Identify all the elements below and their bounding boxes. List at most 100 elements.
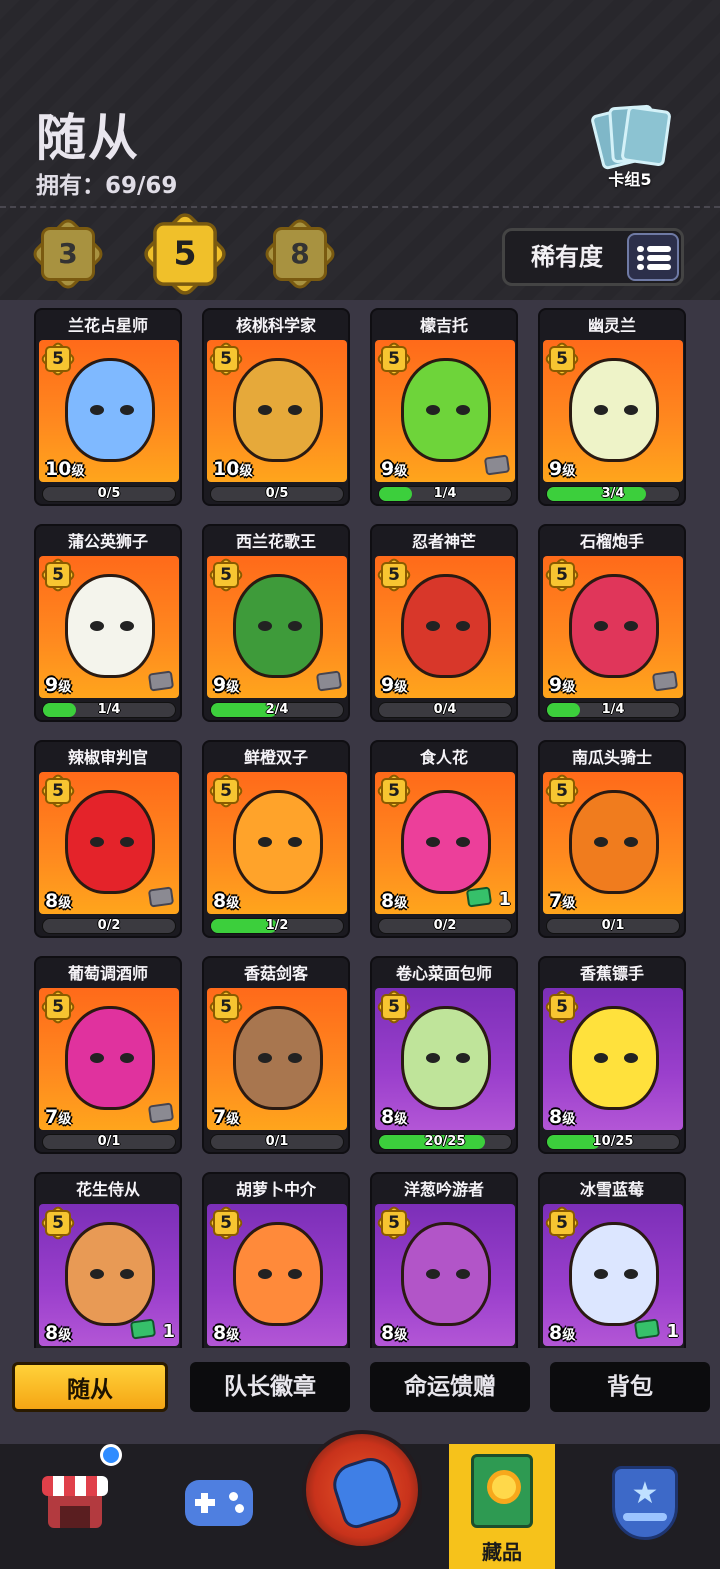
card-level: 9级 <box>381 674 407 696</box>
level-number: 8 <box>213 1322 227 1344</box>
minion-card[interactable]: 香菇剑客 5 7级 0/1 <box>202 956 350 1154</box>
level-filter-3[interactable]: 3 <box>34 220 102 288</box>
card-name: 石榴炮手 <box>579 532 644 551</box>
card-name: 胡萝卜中介 <box>235 1180 316 1199</box>
minion-card[interactable]: 食人花 5 8级 1 0/2 <box>370 740 518 938</box>
card-name: 食人花 <box>419 748 468 767</box>
minion-card[interactable]: 石榴炮手 5 9级 1/4 <box>538 524 686 722</box>
level-unit: 级 <box>394 1328 408 1343</box>
nav-shop[interactable] <box>20 1444 130 1569</box>
level-filter-5[interactable]: 5 <box>144 213 226 295</box>
rank-star-icon: 5 <box>42 559 74 591</box>
rank-star-icon: 5 <box>42 343 74 375</box>
eye <box>426 405 440 415</box>
level-unit: 级 <box>58 680 72 695</box>
rank-star-icon: 5 <box>546 343 578 375</box>
minion-card[interactable]: 辣椒审判官 5 8级 0/2 <box>34 740 182 938</box>
nav-battle[interactable] <box>300 1430 424 1569</box>
minion-card[interactable]: 蒲公英狮子 5 9级 1/4 <box>34 524 182 722</box>
eye <box>594 837 608 847</box>
level-unit: 级 <box>58 896 72 911</box>
duplicate-card-icon <box>465 886 493 908</box>
nav-games[interactable] <box>165 1444 275 1569</box>
card-name: 核桃科学家 <box>235 316 316 335</box>
deck-button[interactable]: 卡组5 <box>582 104 678 190</box>
progress-text: 0/1 <box>265 1134 289 1149</box>
plant-portrait <box>569 1222 659 1326</box>
nav-label: 藏品 <box>482 1540 522 1564</box>
eye <box>258 1053 272 1063</box>
plant-portrait <box>401 358 491 462</box>
card-artwork: 5 10级 <box>39 340 179 482</box>
card-level: 8级 <box>213 1322 239 1344</box>
level-unit: 级 <box>58 1112 72 1127</box>
minion-card[interactable]: 胡萝卜中介 5 8级 <box>202 1172 350 1348</box>
rank-star-icon: 5 <box>210 559 242 591</box>
upgrade-progress-bar: 10/25 <box>546 1134 680 1150</box>
duplicate-count: 1 <box>162 1321 175 1342</box>
eye <box>624 1053 638 1063</box>
minion-card[interactable]: 冰雪蓝莓 5 8级 1 <box>538 1172 686 1348</box>
card-name: 鲜橙双子 <box>243 748 308 767</box>
rank-value: 5 <box>52 1213 64 1233</box>
progress-text: 20/25 <box>424 1134 466 1149</box>
rank-star-icon: 5 <box>378 991 410 1023</box>
tab-label: 命运馈赠 <box>404 1374 496 1400</box>
rank-value: 5 <box>388 565 400 585</box>
progress-text: 3/4 <box>601 486 625 501</box>
card-name: 西兰花歌王 <box>235 532 316 551</box>
level-unit: 级 <box>562 680 576 695</box>
duplicate-card-icon <box>633 1318 661 1340</box>
minion-card[interactable]: 核桃科学家 5 10级 0/5 <box>202 308 350 506</box>
level-filter-8[interactable]: 8 <box>266 220 334 288</box>
level-number: 10 <box>213 458 240 480</box>
collection-book-icon <box>471 1454 533 1528</box>
rank-value: 5 <box>220 781 232 801</box>
level-unit: 级 <box>226 1328 240 1343</box>
tab-minions[interactable]: 随从 <box>12 1362 168 1412</box>
minion-card[interactable]: 南瓜头骑士 5 7级 0/1 <box>538 740 686 938</box>
tab-captain-badges[interactable]: 队长徽章 <box>190 1362 350 1412</box>
page-title: 随从 <box>36 109 140 167</box>
minion-card[interactable]: 鲜橙双子 5 8级 1/2 <box>202 740 350 938</box>
rank-value: 5 <box>556 1213 568 1233</box>
duplicate-card-icon <box>129 1318 157 1340</box>
level-unit: 级 <box>394 1112 408 1127</box>
plant-portrait <box>569 574 659 678</box>
tab-fate-gifts[interactable]: 命运馈赠 <box>370 1362 530 1412</box>
rank-value: 5 <box>388 1213 400 1233</box>
rank-star-icon: 5 <box>378 775 410 807</box>
level-number: 7 <box>213 1106 227 1128</box>
minion-card[interactable]: 葡萄调酒师 5 7级 0/1 <box>34 956 182 1154</box>
card-name: 香蕉镖手 <box>579 964 644 983</box>
minion-card[interactable]: 花生侍从 5 8级 1 <box>34 1172 182 1348</box>
eye <box>594 405 608 415</box>
minion-card[interactable]: 忍者神芒 5 9级 0/4 <box>370 524 518 722</box>
minion-card[interactable]: 卷心菜面包师 5 8级 20/25 <box>370 956 518 1154</box>
tab-label: 背包 <box>607 1374 653 1400</box>
plant-portrait <box>233 1222 323 1326</box>
nav-clan[interactable]: ★ <box>590 1444 700 1569</box>
nav-collection[interactable]: 藏品 <box>449 1444 555 1569</box>
rarity-sort-button[interactable]: 稀有度 <box>502 228 684 286</box>
rank-star-icon: 5 <box>210 991 242 1023</box>
plant-portrait <box>401 1222 491 1326</box>
card-level: 8级 <box>381 1106 407 1128</box>
eye <box>288 1269 302 1279</box>
list-sort-icon[interactable] <box>627 233 679 281</box>
rank-value: 5 <box>52 565 64 585</box>
progress-text: 2/4 <box>265 702 289 717</box>
rank-star-icon: 5 <box>378 559 410 591</box>
minion-card[interactable]: 香蕉镖手 5 8级 10/25 <box>538 956 686 1154</box>
level-number: 8 <box>549 1322 563 1344</box>
eye <box>258 621 272 631</box>
minion-card[interactable]: 西兰花歌王 5 9级 2/4 <box>202 524 350 722</box>
minion-card[interactable]: 兰花占星师 5 10级 0/5 <box>34 308 182 506</box>
level-unit: 级 <box>562 896 576 911</box>
eye <box>90 405 104 415</box>
tab-backpack[interactable]: 背包 <box>550 1362 710 1412</box>
minion-card[interactable]: 洋葱吟游者 5 8级 <box>370 1172 518 1348</box>
eye <box>90 621 104 631</box>
minion-card[interactable]: 檬吉托 5 9级 1/4 <box>370 308 518 506</box>
minion-card[interactable]: 幽灵兰 5 9级 3/4 <box>538 308 686 506</box>
